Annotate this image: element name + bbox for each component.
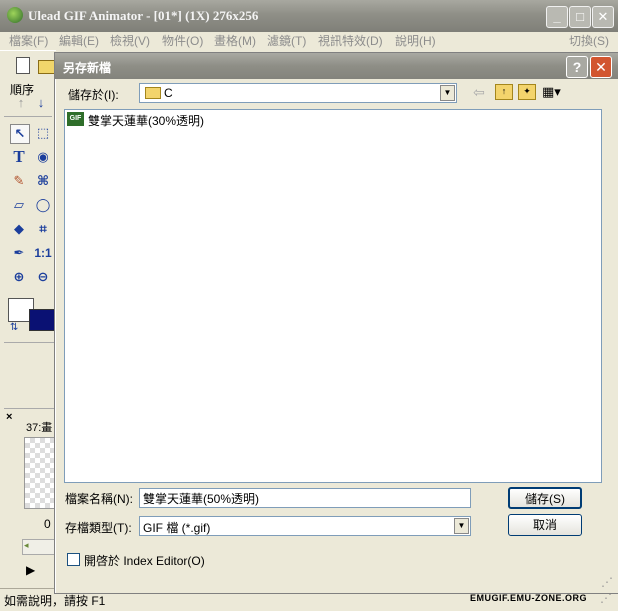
crop-tool-icon[interactable]: ⌗ [34,220,52,238]
filetype-label: 存檔類型(T): [65,521,132,535]
filetype-dropdown[interactable]: GIF 檔 (*.gif) ▼ [139,516,471,536]
pointer-tool-icon[interactable]: ↖ [10,124,30,144]
panel-divider [4,116,52,117]
gif-file-icon: GIF [67,112,84,126]
maximize-icon: □ [576,9,584,24]
filetype-value: GIF 檔 (*.gif) [143,521,211,535]
resize-grip-icon[interactable]: ⋰ [601,575,613,589]
zoom-in-icon[interactable]: ⊕ [10,268,28,286]
filename-input[interactable] [139,488,471,508]
save-in-label: 儲存於(I): [68,88,119,102]
zoom-out-icon[interactable]: ⊖ [34,268,52,286]
menu-frame[interactable]: 畫格(M) [214,32,256,50]
marquee-tool-icon[interactable]: ⬚ [34,124,52,142]
filename-label: 檔案名稱(N): [65,492,133,506]
menu-edit[interactable]: 編輯(E) [59,32,99,50]
save-as-dialog: 另存新檔 ? ✕ 儲存於(I): C ▼ ⇦ ↑ ✦ ▦▾ GIF 雙掌天蓮華(… [54,52,618,594]
brush-tool-icon[interactable]: ✎ [10,172,28,190]
back-icon[interactable]: ⇦ [473,84,485,101]
close-icon: ✕ [597,9,609,24]
app-icon[interactable] [7,7,23,23]
help-button[interactable]: ? [566,56,588,78]
view-menu-icon[interactable]: ▦▾ [542,84,561,100]
ellipse-tool-icon[interactable]: ◯ [34,196,52,214]
status-help-text: 如需說明，請按 F1 [4,594,106,608]
frame-thumbnail[interactable] [24,437,56,509]
menu-view[interactable]: 檢視(V) [110,32,150,50]
panel-divider [4,342,54,343]
open-in-index-editor-checkbox[interactable] [67,553,80,566]
menu-object[interactable]: 物件(O) [162,32,203,50]
open-in-index-editor-label: 開啓於 Index Editor(O) [84,554,205,568]
toolbar [0,50,56,81]
frame-scrollbar[interactable]: ◂ [22,539,58,555]
menu-filter[interactable]: 濾鏡(T) [267,32,306,50]
close-panel-icon[interactable]: × [6,411,12,423]
cancel-button[interactable]: 取消 [508,514,582,536]
eyedropper-tool-icon[interactable]: ✒ [10,244,28,262]
new-file-icon[interactable] [16,57,30,74]
transform-tool-icon[interactable]: ◉ [34,148,52,166]
menu-file[interactable]: 檔案(F) [9,32,48,50]
menu-video-effects[interactable]: 視訊特效(D) [318,32,383,50]
swap-colors-icon[interactable]: ⇅ [10,322,18,333]
dialog-titlebar: 另存新檔 ? ✕ [55,53,618,79]
watermark: EMUGIF.EMU-ZONE.ORG [470,593,587,603]
frame-number: 0 [44,517,51,531]
maximize-button[interactable]: □ [569,6,591,28]
save-in-value: C [164,86,173,100]
save-in-dropdown[interactable]: C ▼ [139,83,457,103]
arrow-down-icon[interactable]: ↓ [32,94,50,112]
close-button[interactable]: ✕ [592,6,614,28]
file-list[interactable]: GIF 雙掌天蓮華(30%透明) [64,109,602,483]
new-folder-icon[interactable]: ✦ [518,84,536,100]
text-tool-icon[interactable]: T [10,148,28,166]
file-name: 雙掌天蓮華(30%透明) [88,114,205,128]
close-icon: ✕ [595,59,607,75]
dialog-close-button[interactable]: ✕ [590,56,612,78]
eraser-tool-icon[interactable]: ▱ [10,196,28,214]
menu-bar: 檔案(F) 編輯(E) 檢視(V) 物件(O) 畫格(M) 濾鏡(T) 視訊特效… [0,32,618,50]
menu-help[interactable]: 說明(H) [395,32,436,50]
help-icon: ? [572,59,582,75]
arrow-up-icon[interactable]: ↑ [12,94,30,112]
play-icon[interactable]: ▶ [26,563,35,577]
folder-icon [145,87,161,99]
app-title: Ulead GIF Animator - [01*] (1X) 276x256 [28,8,259,23]
chevron-down-icon[interactable]: ▼ [454,518,469,534]
minimize-button[interactable]: _ [546,6,568,28]
background-color-swatch[interactable] [29,309,55,331]
menu-switch[interactable]: 切換(S) [569,32,609,50]
app-titlebar: Ulead GIF Animator - [01*] (1X) 276x256 … [0,0,618,32]
save-button[interactable]: 儲存(S) [508,487,582,509]
up-folder-icon[interactable]: ↑ [495,84,513,100]
frame-label: 37:畫 [26,422,53,434]
actual-size-tool[interactable]: 1:1 [32,244,54,262]
chevron-down-icon[interactable]: ▼ [440,85,455,101]
frame-panel: × 37:畫 0 ◂ ▶ [4,408,58,589]
dialog-title: 另存新檔 [63,61,112,75]
minimize-icon: _ [553,9,561,24]
lasso-tool-icon[interactable]: ⌘ [34,172,52,190]
scroll-left-icon[interactable]: ◂ [24,540,29,551]
fill-tool-icon[interactable]: ◆ [10,220,28,238]
